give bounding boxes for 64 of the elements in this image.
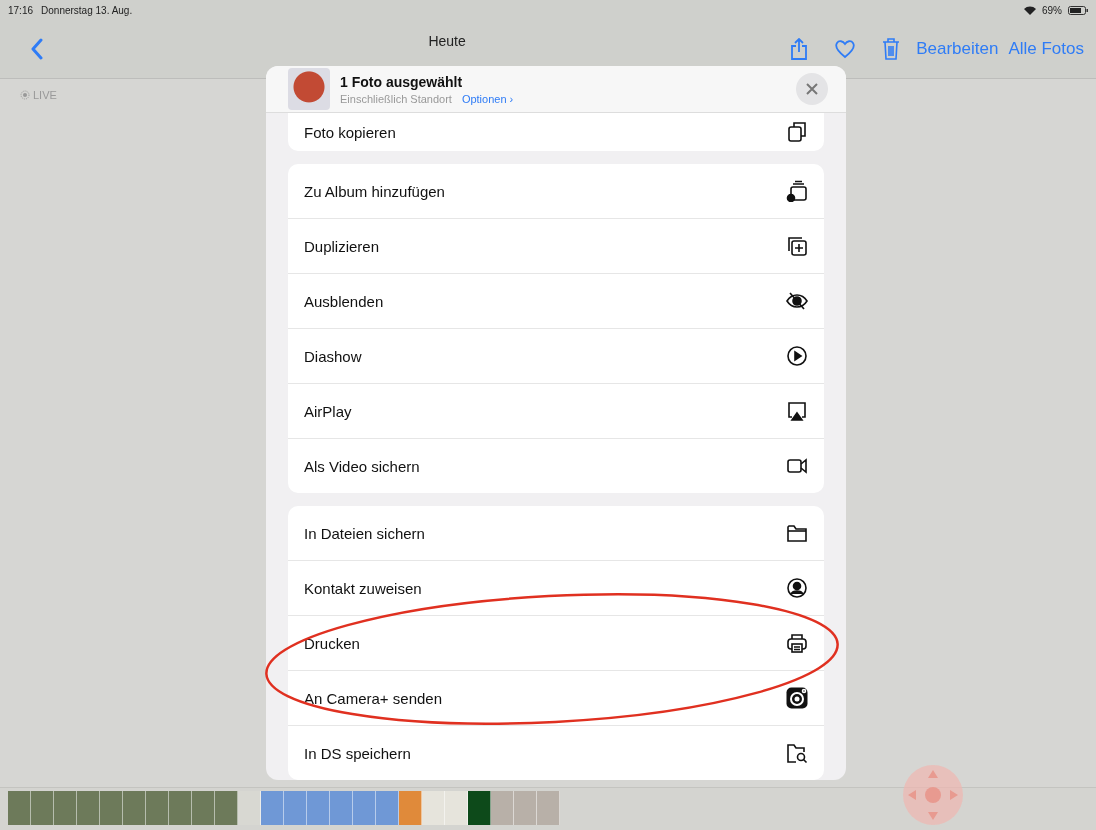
action-row[interactable]: Duplizieren (288, 219, 824, 274)
photo-thumbnail[interactable] (54, 791, 77, 825)
dpad-drawing[interactable] (902, 764, 964, 826)
photo-thumbnail[interactable] (514, 791, 537, 825)
photo-thumbnail[interactable] (123, 791, 146, 825)
action-row[interactable]: In Dateien sichern (288, 506, 824, 561)
folder-icon (786, 522, 808, 544)
wifi-icon (1024, 5, 1036, 15)
photo-thumbnail[interactable] (169, 791, 192, 825)
photo-thumbnail[interactable] (422, 791, 445, 825)
action-row[interactable]: In DS speichern (288, 726, 824, 780)
heart-icon[interactable] (834, 39, 857, 59)
action-row[interactable]: Ausblenden (288, 274, 824, 329)
sheet-title: 1 Foto ausgewählt (340, 73, 464, 90)
action-row[interactable]: Als Video sichern (288, 439, 824, 493)
live-label: LIVE (33, 89, 57, 101)
photo-thumbnail[interactable] (468, 791, 491, 825)
action-row[interactable]: Zu Album hinzufügen (288, 164, 824, 219)
photo-thumbnail[interactable] (8, 791, 31, 825)
copy-icon (786, 121, 808, 143)
sheet-subtitle: Einschließlich Standort (340, 92, 452, 105)
print-icon (786, 632, 808, 654)
photo-thumbnail[interactable] (445, 791, 468, 825)
battery-icon (1068, 5, 1088, 15)
trash-icon[interactable] (882, 38, 901, 60)
battery-percent: 69% (1042, 4, 1062, 16)
photo-thumbnail[interactable] (31, 791, 54, 825)
photo-thumbnail-avatar (288, 68, 330, 110)
photo-thumbnail[interactable] (491, 791, 514, 825)
dup-icon (786, 235, 808, 257)
action-row[interactable]: Foto kopieren (288, 113, 824, 151)
photo-thumbnail[interactable] (192, 791, 215, 825)
photo-thumbnail[interactable] (238, 791, 261, 825)
live-photo-icon (20, 90, 30, 100)
action-row[interactable]: Drucken (288, 616, 824, 671)
action-row[interactable]: Kontakt zuweisen (288, 561, 824, 616)
photo-thumbnail[interactable] (146, 791, 169, 825)
photo-thumbnail[interactable] (353, 791, 376, 825)
action-row[interactable]: Diashow (288, 329, 824, 384)
nav-title: Heute (428, 33, 466, 49)
photo-thumbnail[interactable] (100, 791, 123, 825)
options-link[interactable]: Optionen › (461, 92, 514, 105)
airplay-icon (786, 400, 808, 422)
photo-thumbnail[interactable] (215, 791, 238, 825)
back-chevron-icon[interactable] (30, 38, 44, 60)
status-date: Donnerstag 13. Aug. (41, 4, 133, 16)
photo-thumbnail[interactable] (537, 791, 560, 825)
photo-thumbnail[interactable] (330, 791, 353, 825)
status-time: 17:16 (8, 4, 34, 16)
camera-icon (786, 687, 808, 709)
play-icon (786, 345, 808, 367)
contact-icon (786, 577, 808, 599)
photo-thumbnail[interactable] (307, 791, 330, 825)
photo-thumbnail[interactable] (77, 791, 100, 825)
close-icon (806, 83, 818, 95)
eye-icon (786, 290, 808, 312)
photo-thumbnail[interactable] (284, 791, 307, 825)
close-button[interactable] (796, 73, 828, 105)
photo-thumbnail[interactable] (399, 791, 422, 825)
photo-thumbnail[interactable] (376, 791, 399, 825)
photo-thumbnail[interactable] (261, 791, 284, 825)
action-row[interactable]: AirPlay (288, 384, 824, 439)
share-icon[interactable] (790, 38, 809, 60)
album-icon (786, 180, 808, 202)
